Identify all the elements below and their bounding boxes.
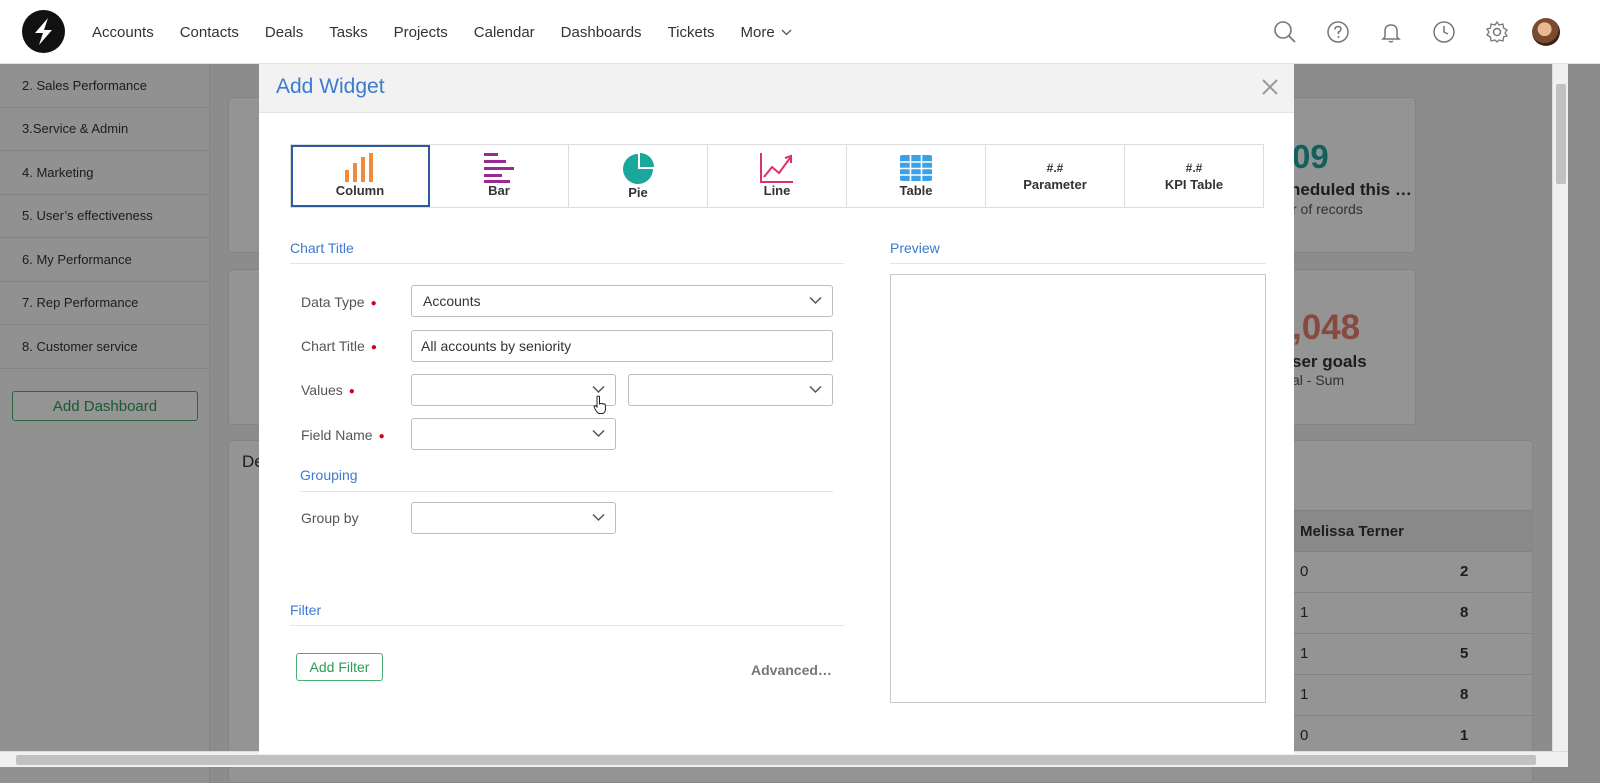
help-icon[interactable] [1320,14,1356,50]
widget-type-label: Column [335,183,385,198]
close-icon[interactable] [1259,76,1281,98]
data-type-label: Data Type ● [301,294,377,310]
chevron-down-icon [592,513,605,522]
chevron-down-icon [781,29,792,35]
required-marker: ● [348,386,355,397]
widget-type-selector: Column Bar Pie Line Table #.# Parameter … [290,144,1264,208]
scrollbar-thumb[interactable] [16,755,1536,765]
advanced-link[interactable]: Advanced… [751,662,832,678]
nav-projects[interactable]: Projects [394,24,448,41]
widget-type-label: Parameter [1023,177,1087,192]
add-widget-modal: Add Widget Column Bar Pie Line Table #.#… [259,64,1294,754]
widget-type-label: Bar [488,183,510,198]
clock-icon[interactable] [1426,14,1462,50]
data-type-label-text: Data Type [301,294,365,310]
gear-icon[interactable] [1479,14,1515,50]
field-name-label-text: Field Name [301,427,373,443]
app-logo-icon[interactable] [22,10,65,53]
main-nav: Accounts Contacts Deals Tasks Projects C… [92,0,818,64]
chart-title-section-heading: Chart Title [290,240,354,256]
preview-section-heading: Preview [890,240,940,256]
avatar[interactable] [1532,18,1560,46]
required-marker: ● [378,431,385,442]
hash-icon: #.# [1185,161,1203,175]
widget-type-label: Pie [628,185,648,200]
top-navbar: Accounts Contacts Deals Tasks Projects C… [0,0,1600,64]
chart-title-value: All accounts by seniority [421,338,572,354]
modal-header: Add Widget [259,64,1294,113]
data-type-value: Accounts [423,293,481,309]
bell-icon[interactable] [1373,14,1409,50]
add-filter-button[interactable]: Add Filter [296,653,383,681]
chevron-down-icon [592,385,605,394]
required-marker: ● [370,298,377,309]
nav-more[interactable]: More [741,24,792,41]
modal-title: Add Widget [276,75,385,98]
nav-contacts[interactable]: Contacts [180,24,239,41]
field-name-select[interactable] [411,418,616,450]
widget-type-line[interactable]: Line [708,145,847,207]
nav-accounts[interactable]: Accounts [92,24,154,41]
chevron-down-icon [809,296,822,305]
widget-type-column[interactable]: Column [291,145,430,207]
widget-type-label: Table [899,183,933,198]
nav-calendar[interactable]: Calendar [474,24,535,41]
chevron-down-icon [592,429,605,438]
line-chart-icon [760,153,793,183]
pie-chart-icon [623,153,654,184]
filter-section-heading: Filter [290,602,322,618]
values-select[interactable] [411,374,616,406]
values-label-text: Values [301,382,343,398]
values-label: Values ● [301,382,355,398]
nav-tasks[interactable]: Tasks [329,24,367,41]
scrollbar-thumb[interactable] [1556,84,1566,184]
field-name-label: Field Name ● [301,427,385,443]
vertical-scrollbar[interactable] [1552,64,1568,751]
nav-more-label: More [740,23,775,41]
chart-title-input[interactable]: All accounts by seniority [411,330,833,362]
column-chart-icon [345,153,373,182]
search-icon[interactable] [1267,14,1303,50]
grouping-section-heading: Grouping [300,467,358,483]
nav-deals[interactable]: Deals [265,24,303,41]
widget-type-kpi-table[interactable]: #.# KPI Table [1125,145,1263,207]
hand-cursor-icon [593,395,607,414]
required-marker: ● [370,342,377,353]
data-type-select[interactable]: Accounts [411,285,833,317]
group-by-select[interactable] [411,502,616,534]
chart-title-label: Chart Title ● [301,338,377,354]
hash-icon: #.# [1046,161,1064,175]
widget-type-label: Line [763,183,791,198]
divider [890,263,1266,264]
group-by-label: Group by [301,510,359,526]
widget-type-pie[interactable]: Pie [569,145,708,207]
chevron-down-icon [809,385,822,394]
widget-type-table[interactable]: Table [847,145,986,207]
chart-title-label-text: Chart Title [301,338,365,354]
widget-type-parameter[interactable]: #.# Parameter [986,145,1125,207]
widget-type-label: KPI Table [1164,177,1224,192]
table-icon [900,155,932,181]
bar-chart-icon [484,153,514,183]
chart-preview [890,274,1266,703]
values-aggregation-select[interactable] [628,374,833,406]
nav-tickets[interactable]: Tickets [668,24,715,41]
divider [290,625,844,626]
divider [290,263,844,264]
nav-dashboards[interactable]: Dashboards [561,24,642,41]
divider [300,491,833,492]
toolbar-icons [1250,14,1560,50]
widget-type-bar[interactable]: Bar [430,145,569,207]
